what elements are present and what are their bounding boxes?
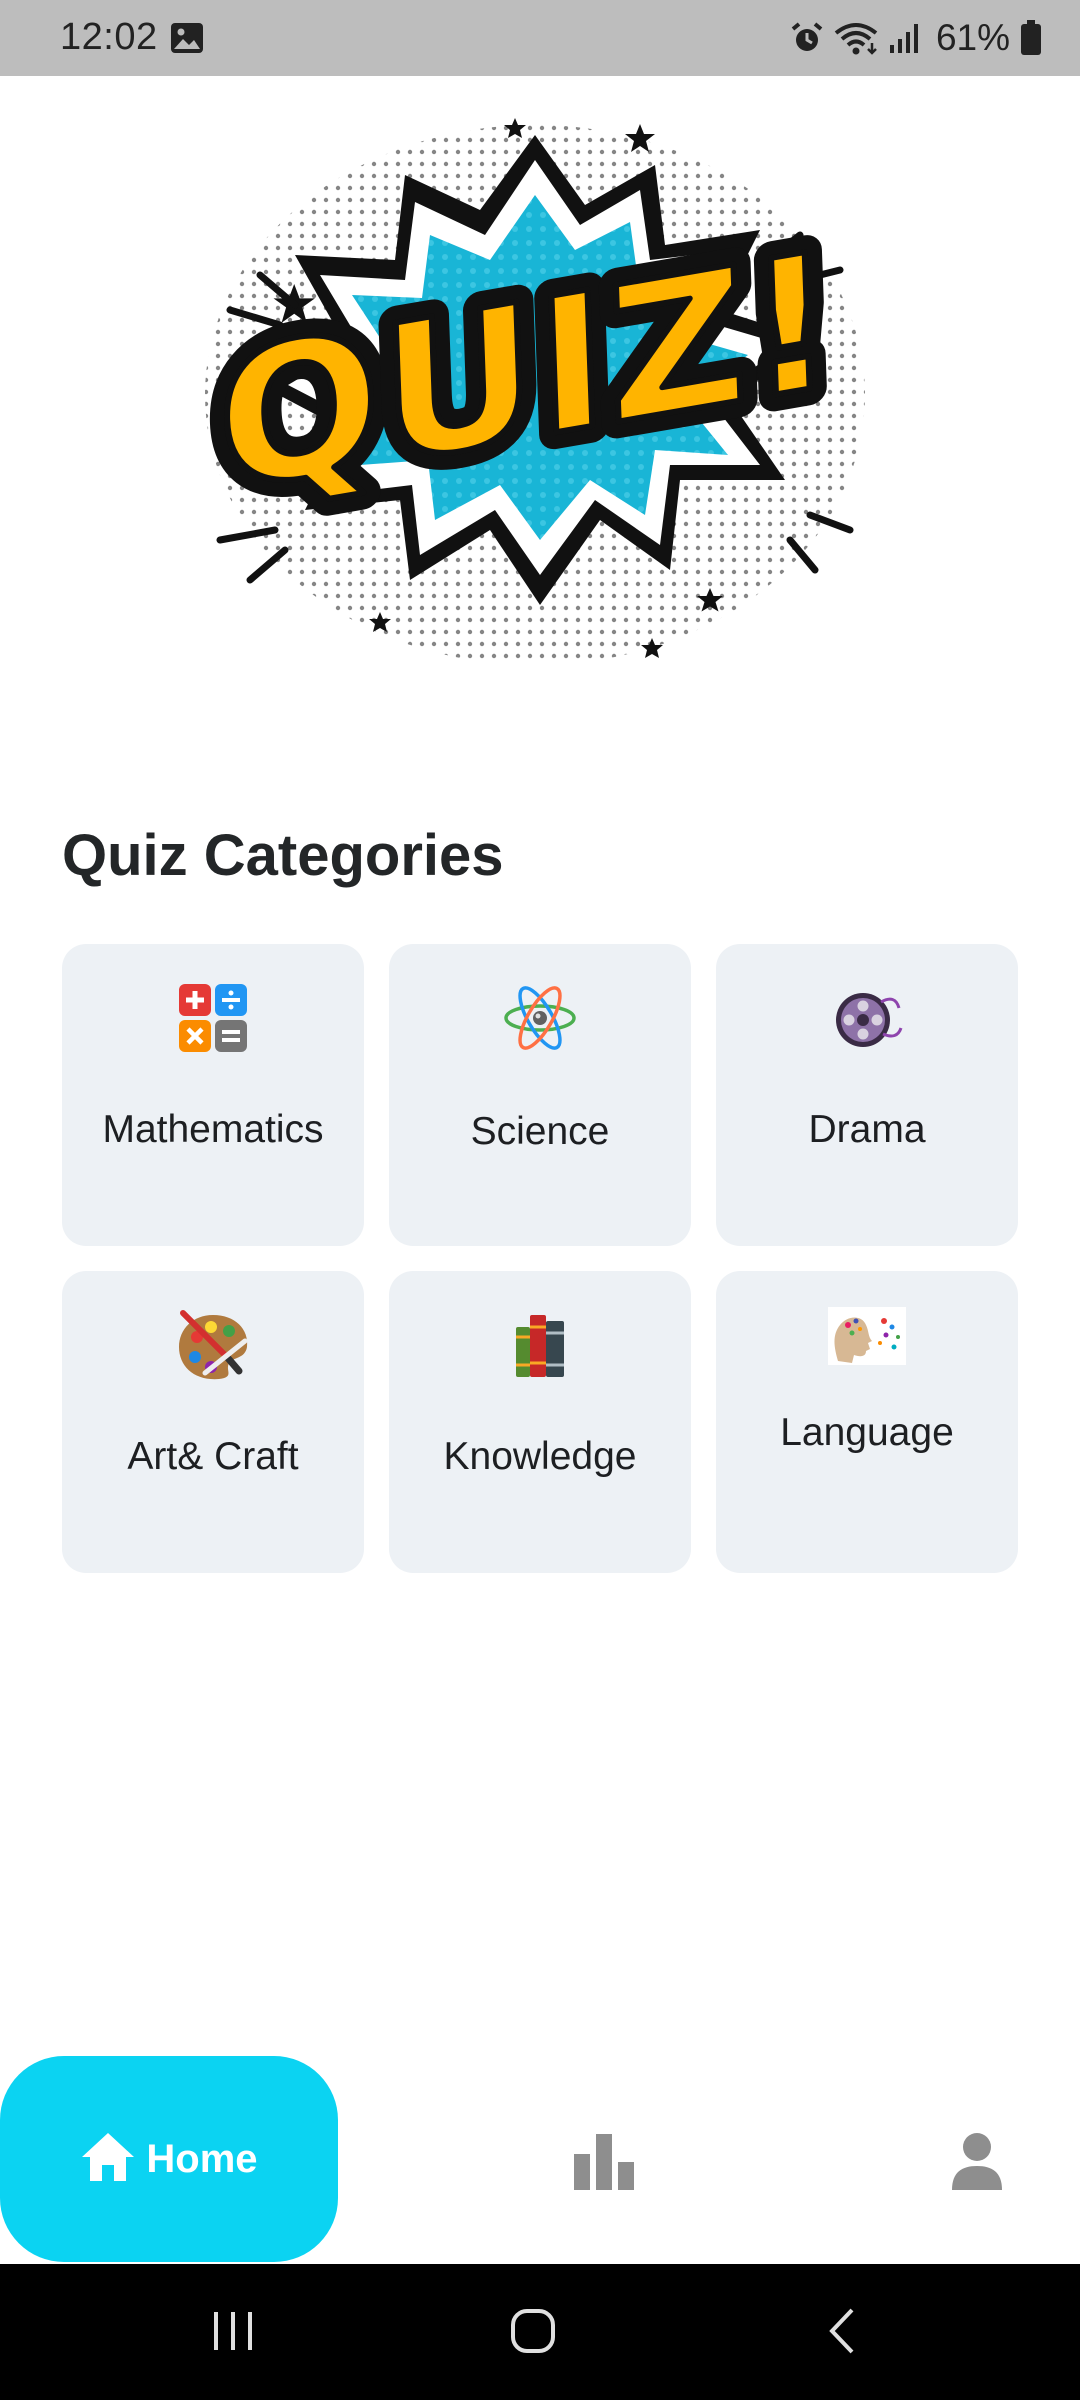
recents-icon[interactable] xyxy=(210,2308,256,2359)
paint-palette-icon xyxy=(175,1307,251,1383)
system-nav-bar xyxy=(0,2264,1080,2400)
speaking-head-icon xyxy=(828,1307,906,1365)
alarm-icon xyxy=(790,21,824,55)
category-card-drama[interactable]: Drama xyxy=(716,944,1018,1246)
category-grid: Mathematics Science Drama Art& Craft Kno… xyxy=(62,944,1018,1573)
person-icon[interactable] xyxy=(950,2132,1004,2190)
back-icon[interactable] xyxy=(820,2308,866,2359)
category-label: Mathematics xyxy=(102,1108,324,1151)
section-title: Quiz Categories xyxy=(62,823,504,888)
wifi-icon xyxy=(834,21,878,55)
category-card-language[interactable]: Language xyxy=(716,1271,1018,1573)
home-circle-icon[interactable] xyxy=(510,2308,556,2359)
category-label: Drama xyxy=(808,1108,926,1151)
atom-icon xyxy=(502,980,578,1056)
books-icon xyxy=(502,1307,578,1383)
status-icons: 61% xyxy=(790,14,1042,62)
calculator-icon xyxy=(175,980,251,1056)
quiz-logo: QUIZ! QUIZ! xyxy=(197,110,890,670)
nav-home-label: Home xyxy=(146,2136,258,2181)
battery-icon xyxy=(1020,20,1042,56)
gallery-icon xyxy=(170,22,204,54)
home-icon xyxy=(80,2131,136,2188)
battery-percent: 61% xyxy=(935,17,1010,58)
category-label: Knowledge xyxy=(443,1435,637,1478)
film-reel-icon xyxy=(829,980,905,1056)
category-card-art-craft[interactable]: Art& Craft xyxy=(62,1271,364,1573)
category-card-science[interactable]: Science xyxy=(389,944,691,1246)
bottom-nav: Home xyxy=(0,2056,1080,2266)
category-card-knowledge[interactable]: Knowledge xyxy=(389,1271,691,1573)
category-label: Language xyxy=(780,1411,954,1454)
signal-icon xyxy=(888,21,922,55)
nav-home-button[interactable]: Home xyxy=(0,2056,338,2262)
category-label: Art& Craft xyxy=(127,1435,299,1478)
bar-chart-icon[interactable] xyxy=(572,2132,636,2190)
category-label: Science xyxy=(470,1110,610,1153)
status-time: 12:02 xyxy=(60,16,158,58)
category-card-mathematics[interactable]: Mathematics xyxy=(62,944,364,1246)
status-bar: 12:02 61% xyxy=(0,0,1080,76)
